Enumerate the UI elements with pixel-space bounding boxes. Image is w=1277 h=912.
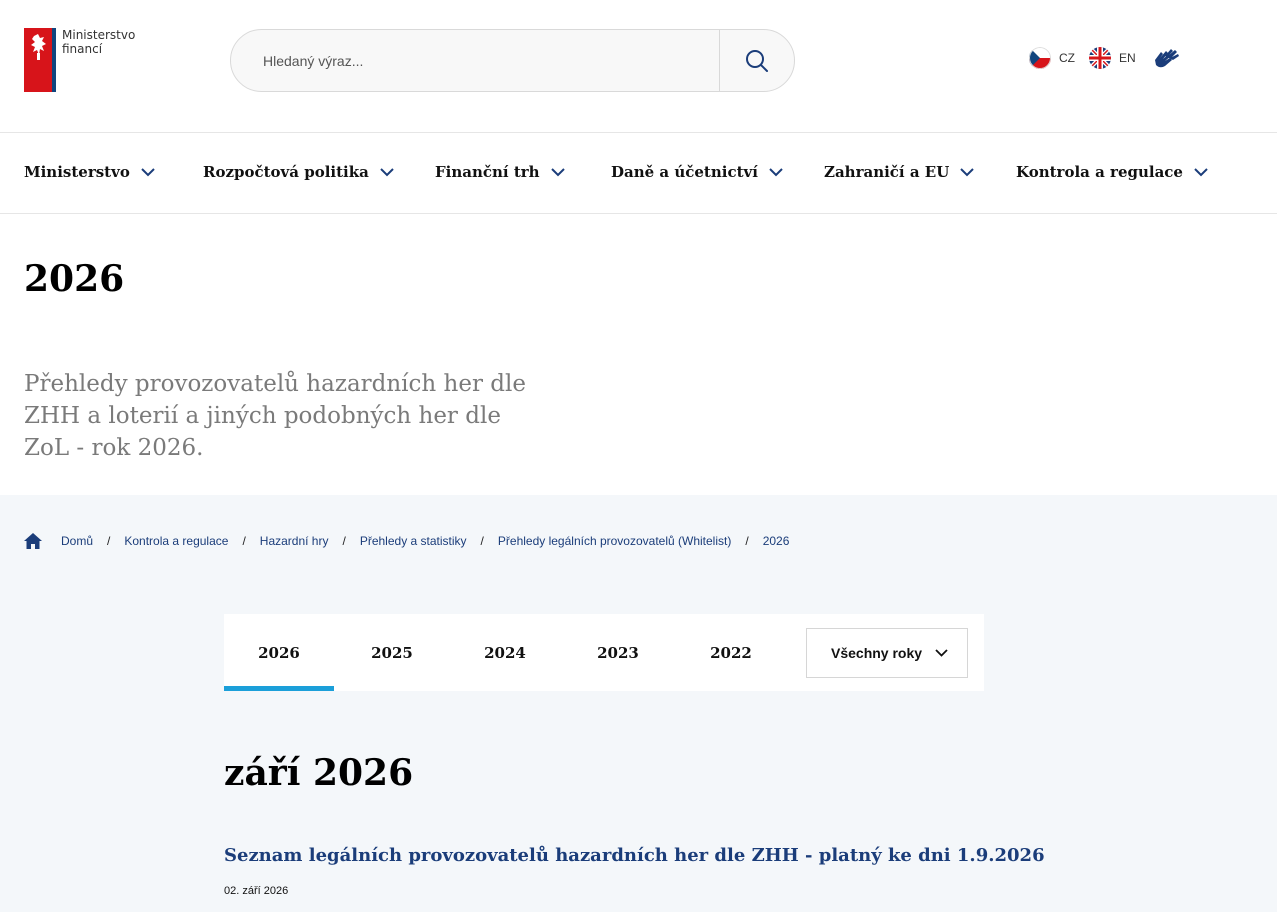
coat-of-arms-icon <box>24 28 56 92</box>
chevron-down-icon <box>380 167 394 176</box>
ministry-logo[interactable]: Ministerstvo financí <box>24 28 135 92</box>
search-bar <box>230 29 795 92</box>
breadcrumb-link-hazardni-hry[interactable]: Hazardní hry <box>260 534 329 548</box>
nav-item-zahranici-a-eu[interactable]: Zahraničí a EU <box>824 163 975 181</box>
breadcrumb-separator: / <box>242 534 246 548</box>
nav-item-label: Kontrola a regulace <box>1016 163 1183 181</box>
breadcrumb-current-2026[interactable]: 2026 <box>763 534 790 548</box>
search-button[interactable] <box>719 30 794 91</box>
tab-2022[interactable]: 2022 <box>676 614 786 691</box>
tab-2023[interactable]: 2023 <box>563 614 673 691</box>
page-title: 2026 <box>24 258 125 300</box>
search-input[interactable] <box>231 30 720 91</box>
nav-item-dane-a-ucetnictvi[interactable]: Daně a účetnictví <box>611 163 783 181</box>
month-heading: září 2026 <box>224 752 414 794</box>
nav-item-label: Finanční trh <box>435 163 540 181</box>
chevron-down-icon <box>1194 167 1208 176</box>
lang-cz-label: CZ <box>1059 51 1075 65</box>
tab-2026[interactable]: 2026 <box>224 614 334 691</box>
nav-item-rozpoctova-politika[interactable]: Rozpočtová politika <box>203 163 394 181</box>
tab-2024[interactable]: 2024 <box>450 614 560 691</box>
lang-switch-cz[interactable]: CZ <box>1029 47 1075 69</box>
search-icon <box>746 49 768 72</box>
breadcrumb-separator: / <box>480 534 484 548</box>
nav-item-label: Daně a účetnictví <box>611 163 758 181</box>
chevron-down-icon <box>769 167 783 176</box>
nav-item-label: Zahraničí a EU <box>824 163 950 181</box>
breadcrumb: Domů / Kontrola a regulace / Hazardní hr… <box>24 533 789 549</box>
uk-flag-icon <box>1089 47 1111 69</box>
chevron-down-icon <box>935 649 948 657</box>
site-header: Ministerstvo financí CZ <box>0 0 1277 133</box>
nav-item-label: Rozpočtová politika <box>203 163 369 181</box>
sign-language-icon[interactable] <box>1151 46 1181 77</box>
logo-text-line1: Ministerstvo <box>62 28 136 42</box>
nav-item-label: Ministerstvo <box>24 163 130 181</box>
article-title-link[interactable]: Seznam legálních provozovatelů hazardníc… <box>224 845 1045 866</box>
nav-item-financni-trh[interactable]: Finanční trh <box>435 163 565 181</box>
lang-en-label: EN <box>1119 51 1136 65</box>
breadcrumb-separator: / <box>745 534 749 548</box>
year-tabs: 2026 2025 2024 2023 2022 Všechny roky <box>224 614 984 691</box>
breadcrumb-link-domu[interactable]: Domů <box>61 534 93 548</box>
main-navigation: Ministerstvo Rozpočtová politika Finančn… <box>0 133 1277 214</box>
all-years-label: Všechny roky <box>831 645 923 661</box>
article-date: 02. září 2026 <box>224 885 289 897</box>
breadcrumb-separator: / <box>342 534 346 548</box>
home-icon[interactable] <box>24 533 42 549</box>
lang-switch-en[interactable]: EN <box>1089 47 1136 69</box>
breadcrumb-link-whitelist[interactable]: Přehledy legálních provozovatelů (Whitel… <box>498 534 731 548</box>
logo-text-line2: financí <box>62 42 103 56</box>
nav-item-kontrola-a-regulace[interactable]: Kontrola a regulace <box>1016 163 1208 181</box>
tab-2025[interactable]: 2025 <box>337 614 447 691</box>
page-perex: Přehledy provozovatelů hazardních her dl… <box>24 371 526 461</box>
chevron-down-icon <box>550 167 565 176</box>
breadcrumb-link-prehledy-a-statistiky[interactable]: Přehledy a statistiky <box>360 534 467 548</box>
chevron-down-icon <box>141 167 155 176</box>
breadcrumb-separator: / <box>107 534 111 548</box>
chevron-down-icon <box>960 167 975 176</box>
all-years-dropdown[interactable]: Všechny roky <box>806 628 968 678</box>
czech-flag-icon <box>1029 47 1051 69</box>
nav-item-ministerstvo[interactable]: Ministerstvo <box>24 163 155 181</box>
breadcrumb-link-kontrola-a-regulace[interactable]: Kontrola a regulace <box>124 534 228 548</box>
